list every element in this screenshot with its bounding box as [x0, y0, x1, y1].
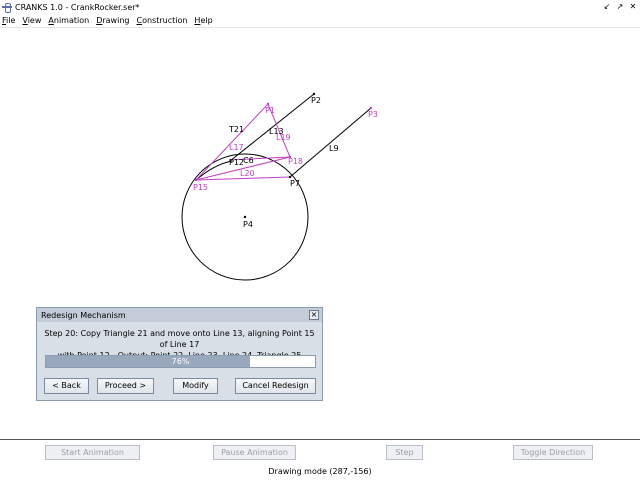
title-bar: CRANKS 1.0 - CrankRocker.ser* ↙ ↗ ✕ — [0, 0, 640, 14]
step-button[interactable]: Step — [386, 445, 423, 460]
label-l17: L17 — [229, 143, 244, 152]
close-icon[interactable]: ✕ — [628, 2, 638, 12]
dialog-close-icon[interactable]: × — [309, 310, 319, 320]
window-title: CRANKS 1.0 - CrankRocker.ser* — [15, 2, 140, 12]
label-l19: L19 — [276, 133, 291, 142]
label-p4: P4 — [243, 220, 253, 229]
menu-bar: File View Animation Drawing Construction… — [0, 14, 640, 28]
restore-down-icon[interactable]: ↙ — [602, 2, 612, 12]
menu-construction[interactable]: Construction — [136, 16, 187, 25]
dialog-title-bar[interactable]: Redesign Mechanism × — [37, 308, 322, 322]
cancel-redesign-button[interactable]: Cancel Redesign — [235, 378, 316, 394]
dialog-title: Redesign Mechanism — [41, 310, 126, 320]
label-p18: P18 — [288, 157, 303, 166]
progress-label: 76% — [171, 357, 190, 366]
label-p12: P12 — [229, 158, 244, 167]
window-controls: ↙ ↗ ✕ — [602, 2, 638, 12]
toggle-direction-button[interactable]: Toggle Direction — [513, 445, 593, 460]
animation-control-panel: Start Animation Pause Animation Step Tog… — [0, 439, 640, 480]
dialog-message-line-1: Step 20: Copy Triangle 21 and move onto … — [44, 329, 315, 349]
point-p3[interactable] — [369, 106, 373, 110]
proceed-button[interactable]: Proceed > — [97, 378, 154, 394]
label-p15: P15 — [193, 183, 208, 192]
point-p4[interactable] — [243, 215, 247, 219]
label-t21: T21 — [228, 125, 244, 134]
app-icon — [2, 2, 12, 13]
status-text: Drawing mode (287,-156) — [268, 467, 372, 476]
maximize-icon[interactable]: ↗ — [615, 2, 625, 12]
redesign-mechanism-dialog: Redesign Mechanism × Step 20: Copy Trian… — [36, 307, 323, 401]
label-p7: P7 — [290, 179, 300, 188]
back-button[interactable]: < Back — [44, 378, 89, 394]
menu-file[interactable]: File — [2, 16, 15, 25]
label-p1: P1 — [265, 106, 275, 115]
menu-animation[interactable]: Animation — [48, 16, 89, 25]
point-p1[interactable] — [266, 102, 270, 106]
line-l9[interactable] — [289, 107, 372, 178]
line-l17-black[interactable] — [195, 160, 233, 181]
point-p2[interactable] — [312, 92, 316, 96]
point-p15[interactable] — [194, 178, 198, 182]
label-c6: C6 — [243, 156, 254, 165]
label-l9: L9 — [329, 144, 339, 153]
menu-view[interactable]: View — [22, 16, 41, 25]
label-p2: P2 — [311, 96, 321, 105]
modify-button[interactable]: Modify — [173, 378, 218, 394]
menu-help[interactable]: Help — [194, 16, 212, 25]
label-l20: L20 — [240, 169, 255, 178]
app-window: CRANKS 1.0 - CrankRocker.ser* ↙ ↗ ✕ File… — [0, 0, 640, 480]
pause-animation-button[interactable]: Pause Animation — [213, 445, 296, 460]
label-p3: P3 — [368, 110, 378, 119]
progress-bar: 76% — [45, 355, 316, 368]
point-p7[interactable] — [288, 175, 292, 179]
menu-drawing[interactable]: Drawing — [96, 16, 129, 25]
start-animation-button[interactable]: Start Animation — [45, 445, 140, 460]
